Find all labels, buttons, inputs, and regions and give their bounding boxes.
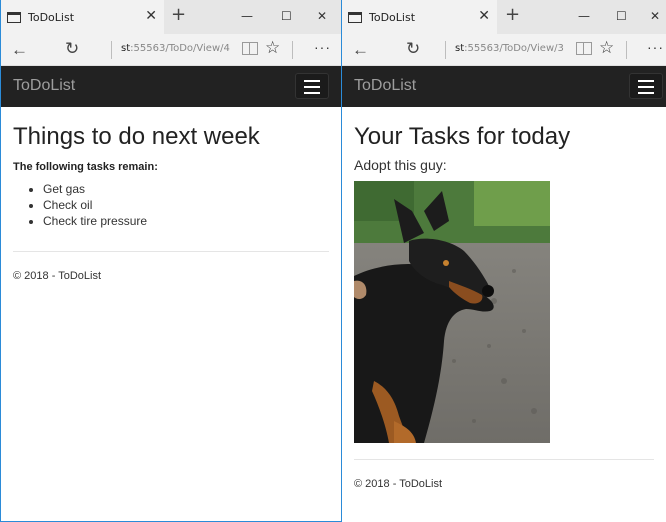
page-content: Things to do next week The following tas… <box>1 123 341 282</box>
url-prefix: st <box>455 43 465 54</box>
page-content: Your Tasks for today Adopt this guy: © 2… <box>342 123 666 490</box>
tab-page-icon <box>7 11 21 23</box>
navbar-brand[interactable]: ToDoList <box>13 77 75 95</box>
dog-photo <box>354 181 550 443</box>
divider <box>445 41 446 59</box>
close-window-icon[interactable]: ✕ <box>317 9 327 23</box>
page-title: Your Tasks for today <box>354 123 571 150</box>
more-icon[interactable]: ··· <box>647 39 664 55</box>
browser-tab[interactable]: ToDoList ✕ <box>342 0 497 34</box>
back-icon[interactable]: ← <box>352 40 369 60</box>
more-icon[interactable]: ··· <box>314 39 331 55</box>
tab-close-icon[interactable]: ✕ <box>145 8 157 22</box>
minimize-icon[interactable]: — <box>241 9 253 23</box>
reading-view-icon[interactable] <box>576 42 592 55</box>
title-bar: ToDoList ✕ + — ☐ ✕ <box>342 0 666 34</box>
footer-text: © 2018 - ToDoList <box>354 478 443 490</box>
url-field[interactable]: st:55563/ToDo/View/3 <box>455 43 564 54</box>
task-item: Check tire pressure <box>43 213 329 229</box>
footer-text: © 2018 - ToDoList <box>13 270 102 282</box>
favorite-star-icon[interactable]: ☆ <box>599 38 614 58</box>
browser-window-right: ToDoList ✕ + — ☐ ✕ ← ↻ st:55563/ToDo/Vie… <box>341 0 666 522</box>
url-field[interactable]: st:55563/ToDo/View/4 <box>121 43 230 54</box>
browser-window-left: ToDoList ✕ + — ☐ ✕ ← ↻ st:55563/ToDo/Vie… <box>0 0 341 522</box>
tab-title: ToDoList <box>28 10 75 24</box>
favorite-star-icon[interactable]: ☆ <box>265 38 280 58</box>
refresh-icon[interactable]: ↻ <box>406 39 420 59</box>
divider <box>626 41 627 59</box>
refresh-icon[interactable]: ↻ <box>65 39 79 59</box>
page-title: Things to do next week <box>13 123 260 150</box>
footer-divider <box>354 459 654 460</box>
footer-divider <box>13 251 329 252</box>
divider <box>292 41 293 59</box>
new-tab-icon[interactable]: + <box>505 6 520 24</box>
maximize-icon[interactable]: ☐ <box>616 9 627 23</box>
tasks-subtitle: The following tasks remain: <box>13 161 158 173</box>
site-navbar: ToDoList <box>1 66 341 107</box>
task-list: Get gas Check oil Check tire pressure <box>43 181 329 229</box>
adopt-caption: Adopt this guy: <box>354 157 447 173</box>
navbar-brand[interactable]: ToDoList <box>354 77 416 95</box>
url-path: :55563/ToDo/View/3 <box>464 43 564 54</box>
url-path: :55563/ToDo/View/4 <box>130 43 230 54</box>
task-item: Check oil <box>43 197 329 213</box>
hamburger-menu-icon[interactable] <box>295 73 329 99</box>
minimize-icon[interactable]: — <box>578 9 590 23</box>
hamburger-menu-icon[interactable] <box>629 73 663 99</box>
maximize-icon[interactable]: ☐ <box>281 9 292 23</box>
url-prefix: st <box>121 43 131 54</box>
address-bar: ← ↻ st:55563/ToDo/View/4 ☆ ··· <box>1 34 341 66</box>
tab-title: ToDoList <box>369 10 416 24</box>
reading-view-icon[interactable] <box>242 42 258 55</box>
back-icon[interactable]: ← <box>11 40 28 60</box>
new-tab-icon[interactable]: + <box>171 6 186 24</box>
site-navbar: ToDoList <box>342 66 666 107</box>
browser-tab[interactable]: ToDoList ✕ <box>1 0 164 34</box>
tab-close-icon[interactable]: ✕ <box>478 8 490 22</box>
task-item: Get gas <box>43 181 329 197</box>
title-bar: ToDoList ✕ + — ☐ ✕ <box>1 0 341 34</box>
close-window-icon[interactable]: ✕ <box>650 9 660 23</box>
tab-page-icon <box>348 11 362 23</box>
divider <box>111 41 112 59</box>
dog-photo-illustration <box>354 181 550 443</box>
address-bar: ← ↻ st:55563/ToDo/View/3 ☆ ··· <box>342 34 666 66</box>
